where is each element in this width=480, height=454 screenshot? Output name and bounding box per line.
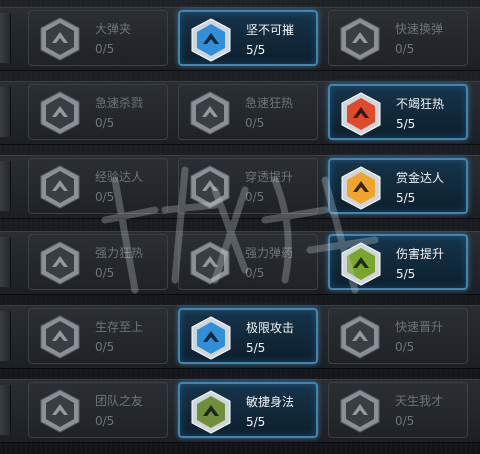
perk-level: 0/5 [395,42,415,56]
perk-level: 5/5 [396,117,416,131]
penetration-icon [190,165,230,209]
perk-name: 极限攻击 [246,321,295,335]
perk-level: 5/5 [396,191,416,205]
perk-card[interactable]: 坚不可摧 5/5 [178,10,318,66]
perk-card[interactable]: 赏金达人 5/5 [328,158,468,214]
team-gun-icon [40,389,80,433]
perk-card[interactable]: 生存至上 0/5 [28,308,168,364]
perk-level: 5/5 [396,267,416,281]
perk-name: 快速换弹 [395,22,444,36]
damage-gun-icon [341,242,381,286]
shield-bird-icon [191,18,231,62]
perk-level: 5/5 [246,415,266,429]
perk-name: 坚不可摧 [246,23,295,37]
xp-up-icon [40,165,80,209]
eye-icon [340,389,380,433]
speed-swirl-icon [190,91,230,135]
perk-name: 穿透提升 [245,170,294,184]
perk-card[interactable]: 极限攻击 5/5 [178,308,318,364]
gold-coin-icon [341,166,381,210]
perk-card[interactable]: 急速杀戮 0/5 [28,84,168,140]
perk-level: 0/5 [245,266,265,280]
perk-card[interactable]: 强力狂热 0/5 [28,234,168,290]
perk-card[interactable]: 大弹夹 0/5 [28,10,168,66]
perk-grid: 大弹夹 0/5 坚不可摧 5/5 快速换弹 0/5 急速杀戮 0/5 急速狂热 0/5 不竭狂热 5/… [0,0,480,454]
perk-card[interactable]: 天生我才 0/5 [328,382,468,438]
perk-card[interactable]: 经验达人 0/5 [28,158,168,214]
hand-reload-icon [340,17,380,61]
perk-level: 0/5 [95,42,115,56]
skull-fire-icon [341,92,381,136]
perk-level: 0/5 [95,190,115,204]
perk-level: 0/5 [95,266,115,280]
perk-name: 不竭狂热 [396,97,445,111]
perk-name: 团队之友 [95,394,144,408]
rank-star-icon [340,315,380,359]
perk-card[interactable]: 不竭狂热 5/5 [328,84,468,140]
perk-card[interactable]: 穿透提升 0/5 [178,158,318,214]
fist-icon [40,91,80,135]
perk-card[interactable]: 快速晋升 0/5 [328,308,468,364]
perk-card[interactable]: 伤害提升 5/5 [328,234,468,290]
perk-name: 急速狂热 [245,96,294,110]
medic-cross-icon [40,315,80,359]
perk-level: 0/5 [95,414,115,428]
perk-card[interactable]: 敏捷身法 5/5 [178,382,318,438]
perk-level: 0/5 [245,116,265,130]
perk-card[interactable]: 团队之友 0/5 [28,382,168,438]
perk-name: 赏金达人 [396,171,445,185]
perk-name: 快速晋升 [395,320,444,334]
perk-level: 0/5 [395,340,415,354]
perk-name: 急速杀戮 [95,96,144,110]
extreme-attack-icon [191,316,231,360]
perk-name: 大弹夹 [95,22,132,36]
perk-level: 5/5 [246,341,266,355]
perk-level: 0/5 [395,414,415,428]
power-ammo-icon [190,241,230,285]
perk-name: 伤害提升 [396,247,445,261]
perk-level: 5/5 [246,43,266,57]
perk-level: 0/5 [95,116,115,130]
perk-name: 敏捷身法 [246,395,295,409]
perk-level: 0/5 [245,190,265,204]
agile-soldier-icon [191,390,231,434]
perk-level: 0/5 [95,340,115,354]
perk-card[interactable]: 急速狂热 0/5 [178,84,318,140]
perk-name: 经验达人 [95,170,144,184]
perk-card[interactable]: 强力弹药 0/5 [178,234,318,290]
perk-name: 天生我才 [395,394,444,408]
perk-name: 强力狂热 [95,246,144,260]
magazine-icon [40,17,80,61]
perk-name: 强力弹药 [245,246,294,260]
perk-card[interactable]: 快速换弹 0/5 [328,10,468,66]
power-frenzy-icon [40,241,80,285]
perk-name: 生存至上 [95,320,144,334]
